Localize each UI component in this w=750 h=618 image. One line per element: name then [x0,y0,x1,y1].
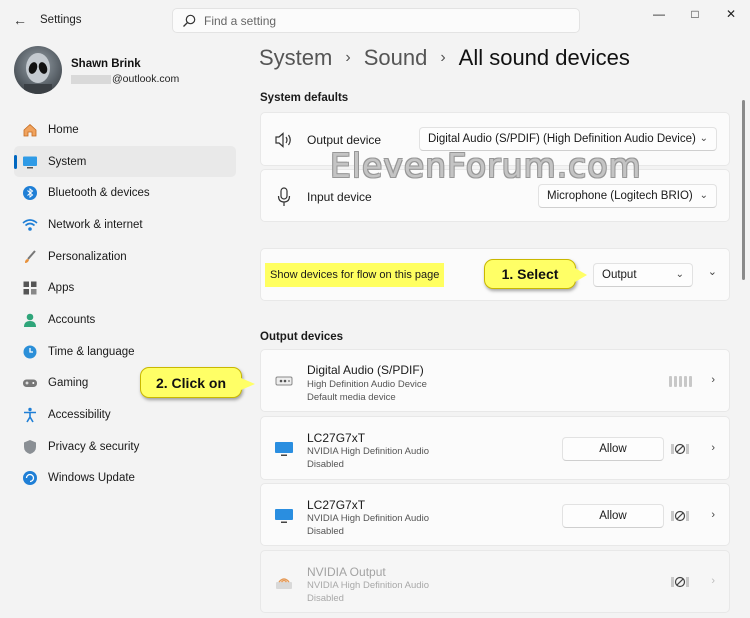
section-title-output-devices: Output devices [260,331,344,343]
search-icon [183,14,196,27]
volume-muted-icon [669,509,691,523]
device-name: LC27G7xT [307,431,366,445]
audio-device-icon [273,370,295,392]
apps-icon [22,280,38,296]
user-name: Shawn Brink [71,58,141,70]
breadcrumb-system[interactable]: System [259,45,332,71]
device-status: Default media device [307,392,396,403]
app-title: Settings [40,14,82,26]
person-icon [22,312,38,328]
home-icon [22,122,38,138]
microphone-icon [273,186,295,208]
allow-button[interactable]: Allow [562,504,664,528]
speaker-icon [273,129,295,151]
allow-button[interactable]: Allow [562,437,664,461]
user-email: @outlook.com [71,73,179,85]
sidebar-item-home[interactable]: Home [14,114,236,146]
device-driver: High Definition Audio Device [307,379,427,390]
page-title: All sound devices [458,45,630,70]
monitor-icon [273,438,295,460]
device-row[interactable]: NVIDIA Output NVIDIA High Definition Aud… [260,550,730,613]
shield-icon [22,439,38,455]
device-row[interactable]: Digital Audio (S/PDIF) High Definition A… [260,349,730,412]
sidebar-nav: Home System Bluetooth & devices Network … [14,114,236,494]
expand-chevron-icon[interactable]: ⌄ [708,265,717,278]
device-status: Disabled [307,593,344,604]
update-icon [22,470,38,486]
display-icon [22,154,38,170]
sidebar-item-time-language[interactable]: Time & language [14,336,236,368]
device-row[interactable]: LC27G7xT NVIDIA High Definition Audio Di… [260,416,730,480]
device-name: NVIDIA Output [307,565,386,579]
device-row[interactable]: LC27G7xT NVIDIA High Definition Audio Di… [260,483,730,546]
maximize-icon[interactable]: □ [684,6,706,22]
volume-meter [669,376,692,387]
chevron-down-icon: ⌄ [675,269,684,280]
back-arrow-icon[interactable]: ← [10,11,30,29]
chevron-right-icon: › [345,49,351,66]
sidebar-item-windows-update[interactable]: Windows Update [14,463,236,495]
chevron-right-icon: › [711,442,715,454]
email-redaction [71,74,111,84]
sidebar-item-accessibility[interactable]: Accessibility [14,399,236,431]
scrollbar[interactable] [742,100,745,280]
sidebar-item-accounts[interactable]: Accounts [14,304,236,336]
brush-icon [22,249,38,265]
chevron-down-icon: ⌄ [699,190,708,201]
minimize-icon[interactable]: — [648,6,670,22]
callout-click: 2. Click on [140,367,255,398]
sidebar-item-personalization[interactable]: Personalization [14,241,236,273]
breadcrumb: System › Sound › All sound devices [259,45,630,71]
device-name: Digital Audio (S/PDIF) [307,363,424,377]
gamepad-icon [22,375,38,391]
chevron-right-icon: › [711,575,715,587]
section-title-system-defaults: System defaults [260,92,349,104]
flow-dropdown[interactable]: Output ⌄ [593,263,693,287]
avatar[interactable] [14,46,62,94]
watermark: ElevenForum.com [330,146,642,185]
output-device-label: Output device [307,133,382,147]
search-placeholder: Find a setting [204,14,277,28]
close-icon[interactable]: ✕ [720,6,742,22]
breadcrumb-sound[interactable]: Sound [364,45,428,71]
device-driver: NVIDIA High Definition Audio [307,580,429,591]
volume-muted-icon [669,575,691,589]
search-input[interactable]: Find a setting [172,8,580,33]
volume-muted-icon [669,442,691,456]
chevron-right-icon: › [711,509,715,521]
chevron-right-icon: › [440,49,446,66]
audio-output-icon [273,572,295,594]
device-status: Disabled [307,526,344,537]
device-name: LC27G7xT [307,498,366,512]
input-device-dropdown[interactable]: Microphone (Logitech BRIO) ⌄ [538,184,717,208]
input-device-label: Input device [307,190,372,204]
monitor-icon [273,505,295,527]
sidebar-item-network[interactable]: Network & internet [14,209,236,241]
chevron-down-icon: ⌄ [699,133,708,144]
device-driver: NVIDIA High Definition Audio [307,513,429,524]
wifi-icon [22,217,38,233]
device-driver: NVIDIA High Definition Audio [307,446,429,457]
callout-select: 1. Select [484,259,587,289]
chevron-right-icon: › [711,374,715,386]
sidebar-item-apps[interactable]: Apps [14,272,236,304]
sidebar-item-system[interactable]: System [14,145,236,178]
bluetooth-icon [22,185,38,201]
globe-clock-icon [22,344,38,360]
flow-label: Show devices for flow on this page [265,263,445,287]
sidebar-item-bluetooth[interactable]: Bluetooth & devices [14,177,236,209]
title-bar: ← Settings Find a setting — □ ✕ [0,0,750,40]
accessibility-icon [22,407,38,423]
device-status: Disabled [307,459,344,470]
sidebar-item-privacy[interactable]: Privacy & security [14,431,236,463]
